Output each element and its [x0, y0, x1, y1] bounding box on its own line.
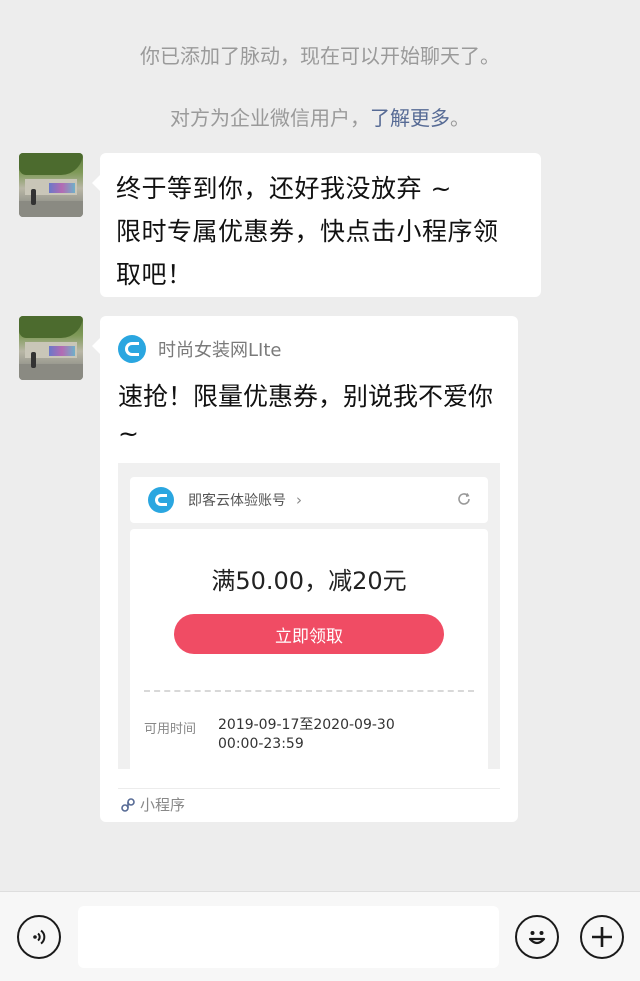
- valid-hours: 00:00-23:59: [218, 736, 304, 752]
- emoji-icon[interactable]: [515, 915, 559, 959]
- text-message-bubble[interactable]: 终于等到你，还好我没放弃 ~ 限时专属优惠券，快点击小程序领 取吧！: [92, 153, 541, 297]
- message-line: 取吧！: [116, 260, 193, 289]
- coupon-amount: 满50.00，减20元: [211, 567, 407, 595]
- refresh-icon: [458, 493, 470, 505]
- plus-icon[interactable]: [580, 915, 624, 959]
- card-footer: 小程序: [120, 794, 185, 815]
- sender-avatar[interactable]: [19, 316, 83, 380]
- account-logo-icon: [148, 487, 174, 513]
- input-bar: [0, 891, 640, 981]
- valid-dates: 2019-09-17至2020-09-30: [218, 717, 395, 733]
- voice-icon[interactable]: [17, 915, 61, 959]
- message-line: 终于等到你，还好我没放弃 ~: [116, 174, 452, 203]
- coupon-divider: [144, 690, 474, 692]
- learn-more-link[interactable]: 了解更多: [370, 106, 450, 130]
- card-preview[interactable]: 即客云体验账号 › 满50.00，减20元 立即领取 可用时间 2019-09-…: [118, 463, 500, 769]
- valid-time-value: 2019-09-17至2020-09-30 00:00-23:59: [218, 716, 395, 754]
- message-input[interactable]: [78, 906, 499, 968]
- mini-program-icon: [121, 797, 135, 812]
- mini-program-label: 小程序: [140, 796, 186, 814]
- card-divider: [118, 788, 500, 789]
- card-header: 时尚女装网LIte: [118, 334, 281, 364]
- message-line: 限时专属优惠券，快点击小程序领: [116, 217, 499, 246]
- app-logo-icon: [118, 335, 146, 363]
- valid-time-label: 可用时间: [144, 722, 197, 737]
- account-name: 即客云体验账号: [188, 493, 286, 509]
- coupon-panel: 满50.00，减20元 立即领取 可用时间 2019-09-17至2020-09…: [130, 529, 488, 769]
- enterprise-notice-text: 对方为企业微信用户，: [170, 106, 370, 130]
- card-app-name: 时尚女装网LIte: [158, 340, 282, 361]
- claim-coupon-button[interactable]: 立即领取: [174, 614, 444, 654]
- system-message-added: 你已添加了脉动，现在可以开始聊天了。: [140, 44, 500, 68]
- system-message-enterprise: 对方为企业微信用户，了解更多。: [0, 102, 640, 131]
- enterprise-notice-suffix: 。: [450, 106, 470, 130]
- mini-program-card[interactable]: 时尚女装网LIte 速抢！限量优惠券，别说我不爱你~ 即客云体验账号 › 满50…: [92, 316, 518, 822]
- preview-header: 即客云体验账号 ›: [130, 477, 488, 523]
- chevron-right-icon: ›: [296, 491, 302, 509]
- sender-avatar[interactable]: [19, 153, 83, 217]
- card-title: 速抢！限量优惠券，别说我不爱你~: [118, 382, 494, 448]
